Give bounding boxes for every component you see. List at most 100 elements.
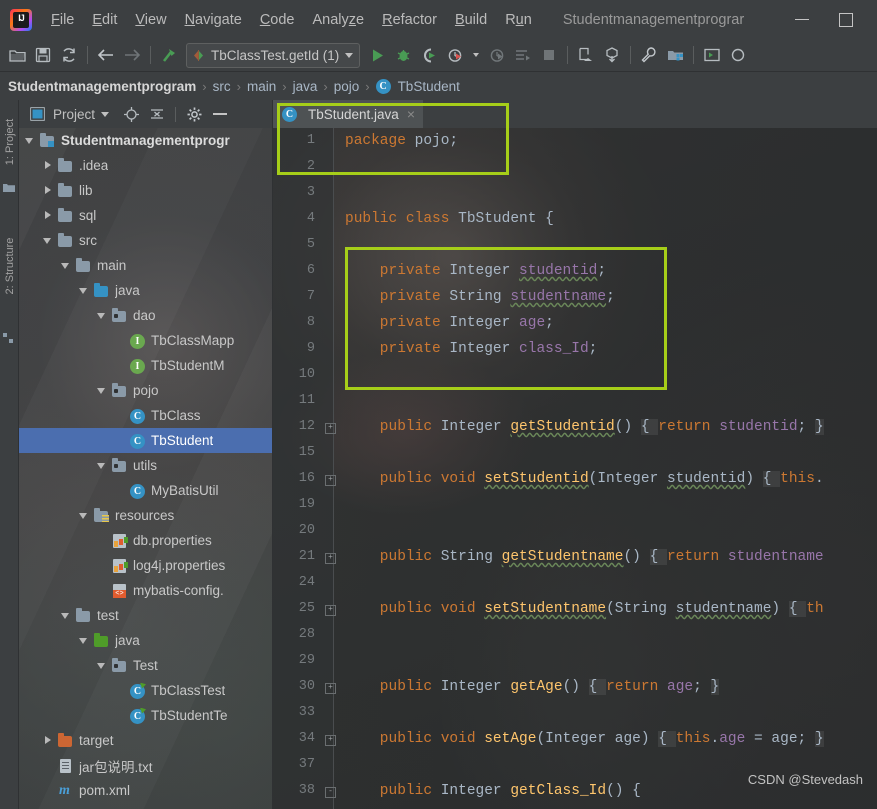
settings-wrench-icon[interactable] <box>636 42 662 68</box>
code-fold-toggle[interactable]: - <box>325 787 336 798</box>
code-line[interactable]: 8 private Integer age; <box>273 310 877 336</box>
run-configuration-selector[interactable]: TbClassTest.getId (1) <box>186 42 361 68</box>
chevron-down-icon[interactable] <box>101 111 110 117</box>
chevron-down-icon[interactable] <box>79 285 90 296</box>
sync-icon[interactable] <box>56 42 82 68</box>
code-line[interactable]: 15 <box>273 440 877 466</box>
tree-item-tbclass[interactable]: C TbClass <box>19 403 272 428</box>
tree-item-pojo[interactable]: pojo <box>19 378 272 403</box>
menu-item-file[interactable]: File <box>42 8 83 32</box>
code-line[interactable]: 16 + public void setStudentid(Integer stu… <box>273 466 877 492</box>
profile-dropdown-caret[interactable] <box>468 42 484 68</box>
sidebar-tab-structure[interactable]: 2: Structure <box>4 234 16 298</box>
code-fold-toggle[interactable]: + <box>325 605 336 616</box>
profile-icon[interactable] <box>442 42 468 68</box>
code-fold-toggle[interactable]: + <box>325 735 336 746</box>
code-fold-toggle[interactable]: + <box>325 475 336 486</box>
chevron-down-icon[interactable] <box>97 385 108 396</box>
terminal-icon[interactable] <box>699 42 725 68</box>
tree-item-resources[interactable]: resources <box>19 503 272 528</box>
menu-item-run[interactable]: Run <box>496 8 541 32</box>
tree-item-dao[interactable]: dao <box>19 303 272 328</box>
breadcrumb-item-class[interactable]: TbStudent <box>398 79 460 94</box>
project-tree[interactable]: Studentmanagementprogr .idea lib sql src main… <box>19 128 272 809</box>
more-toolbar-icon[interactable] <box>725 42 751 68</box>
tree-item-db-properties[interactable]: db.properties <box>19 528 272 553</box>
open-folder-icon[interactable] <box>4 42 30 68</box>
code-line[interactable]: 10 <box>273 362 877 388</box>
chevron-down-icon[interactable] <box>97 310 108 321</box>
chevron-down-icon[interactable] <box>97 460 108 471</box>
code-line[interactable]: 33 <box>273 700 877 726</box>
menu-item-refactor[interactable]: Refactor <box>373 8 446 32</box>
tree-item-log4j-properties[interactable]: log4j.properties <box>19 553 272 578</box>
code-line[interactable]: 11 <box>273 388 877 414</box>
menu-item-view[interactable]: View <box>126 8 175 32</box>
code-line[interactable]: 7 private String studentname; <box>273 284 877 310</box>
menu-item-navigate[interactable]: Navigate <box>176 8 251 32</box>
minimize-button[interactable] <box>781 6 823 34</box>
tree-item-utils[interactable]: utils <box>19 453 272 478</box>
tree-item-pom-xml[interactable]: m pom.xml <box>19 778 272 803</box>
code-line[interactable]: 3 <box>273 180 877 206</box>
breadcrumb-item-java[interactable]: java <box>293 79 318 94</box>
breadcrumb-item-pojo[interactable]: pojo <box>334 79 360 94</box>
run-coverage-icon[interactable] <box>416 42 442 68</box>
code-line[interactable]: 34 + public void setAge(Integer age) { th… <box>273 726 877 752</box>
code-line[interactable]: 20 <box>273 518 877 544</box>
code-fold-toggle[interactable]: + <box>325 683 336 694</box>
tree-item-java[interactable]: java <box>19 628 272 653</box>
code-area[interactable]: 1 package pojo; 2 3 4 public class TbStudent … <box>273 128 877 809</box>
code-line[interactable]: 24 <box>273 570 877 596</box>
code-line[interactable]: 25 + public void setStudentname(String st… <box>273 596 877 622</box>
editor-body[interactable]: 1 package pojo; 2 3 4 public class TbStudent … <box>273 128 877 809</box>
tree-item-tbclassmapp[interactable]: I TbClassMapp <box>19 328 272 353</box>
chevron-down-icon[interactable] <box>61 610 72 621</box>
editor-tab-tbstudent[interactable]: C TbStudent.java × <box>273 100 423 128</box>
code-line[interactable]: 19 <box>273 492 877 518</box>
tree-item-idea[interactable]: .idea <box>19 153 272 178</box>
tree-item-studentmanagementprogr[interactable]: Studentmanagementprogr <box>19 128 272 153</box>
code-line[interactable]: 5 <box>273 232 877 258</box>
tree-item-test[interactable]: test <box>19 603 272 628</box>
close-icon[interactable]: × <box>405 106 415 122</box>
settings-gear-icon[interactable] <box>184 104 204 124</box>
breadcrumb-item-src[interactable]: src <box>213 79 231 94</box>
package-download-icon[interactable] <box>599 42 625 68</box>
build-hammer-icon[interactable] <box>156 42 182 68</box>
tree-item-tbstudentte[interactable]: C TbStudentTe <box>19 703 272 728</box>
tree-item-mybatisutil[interactable]: C MyBatisUtil <box>19 478 272 503</box>
chevron-down-icon[interactable] <box>79 510 90 521</box>
code-line[interactable]: 4 public class TbStudent { <box>273 206 877 232</box>
menu-item-code[interactable]: Code <box>251 8 304 32</box>
code-fold-toggle[interactable]: + <box>325 553 336 564</box>
code-line[interactable]: 1 package pojo; <box>273 128 877 154</box>
code-line[interactable]: 2 <box>273 154 877 180</box>
code-line[interactable]: 21 + public String getStudentname() { ret… <box>273 544 877 570</box>
tree-item-java[interactable]: java <box>19 278 272 303</box>
back-arrow-icon[interactable] <box>93 42 119 68</box>
tree-item-src[interactable]: src <box>19 228 272 253</box>
menu-item-edit[interactable]: Edit <box>83 8 126 32</box>
tree-item-tbclasstest[interactable]: C TbClassTest <box>19 678 272 703</box>
chevron-down-icon[interactable] <box>79 635 90 646</box>
tree-item-test[interactable]: Test <box>19 653 272 678</box>
chevron-right-icon[interactable] <box>43 210 54 221</box>
save-all-icon[interactable] <box>30 42 56 68</box>
locate-target-icon[interactable] <box>121 104 141 124</box>
debug-icon[interactable] <box>390 42 416 68</box>
collapse-all-icon[interactable] <box>147 104 167 124</box>
code-line[interactable]: 12 + public Integer getStudentid() { retu… <box>273 414 877 440</box>
update-app-icon[interactable] <box>573 42 599 68</box>
code-line[interactable]: 30 + public Integer getAge() { return age… <box>273 674 877 700</box>
menu-item-build[interactable]: Build <box>446 8 496 32</box>
code-fold-toggle[interactable]: + <box>325 423 336 434</box>
tree-item-jar-txt[interactable]: jar包说明.txt <box>19 753 272 778</box>
chevron-right-icon[interactable] <box>43 160 54 171</box>
chevron-down-icon[interactable] <box>97 660 108 671</box>
breadcrumb-item-project[interactable]: Studentmanagementprogram <box>8 79 196 94</box>
code-line[interactable]: 9 private Integer class_Id; <box>273 336 877 362</box>
menu-item-analyze[interactable]: Analyze <box>304 8 374 32</box>
tree-item-sql[interactable]: sql <box>19 203 272 228</box>
chevron-down-icon[interactable] <box>43 235 54 246</box>
